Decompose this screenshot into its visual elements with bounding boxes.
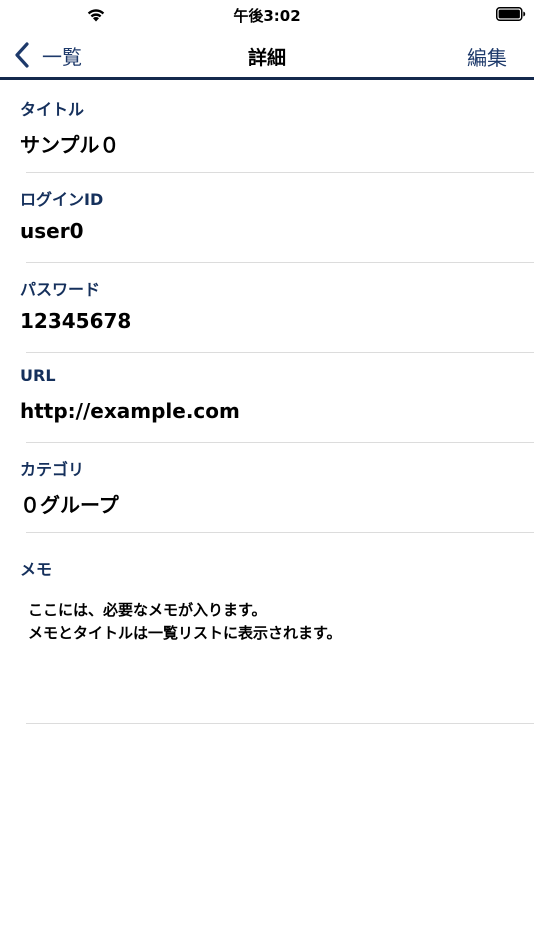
- status-bar: 午後3:02: [0, 0, 534, 30]
- field-value: http://example.com: [20, 399, 240, 423]
- memo-line: メモとタイトルは一覧リストに表示されます。: [28, 624, 342, 642]
- field-password: パスワード 12345678: [0, 263, 534, 353]
- field-title: タイトル サンプル０: [0, 83, 534, 173]
- field-memo: メモ ここには、必要なメモが入ります。 メモとタイトルは一覧リストに表示されます…: [0, 533, 534, 724]
- field-login-id: ログインID user0: [0, 173, 534, 263]
- field-value: user0: [20, 219, 84, 243]
- field-label: タイトル: [20, 100, 85, 119]
- field-label: URL: [20, 366, 56, 385]
- field-category: カテゴリ ０グループ: [0, 443, 534, 533]
- edit-button[interactable]: 編集: [467, 42, 507, 71]
- divider: [26, 723, 534, 724]
- field-label: カテゴリ: [20, 460, 85, 479]
- page-title: 詳細: [247, 47, 286, 69]
- field-label: ログインID: [20, 190, 104, 209]
- memo-line: ここには、必要なメモが入ります。: [28, 601, 267, 619]
- field-url: URL http://example.com: [0, 353, 534, 443]
- field-value: 12345678: [20, 309, 132, 333]
- memo-label: メモ: [20, 560, 53, 579]
- navigation-bar: 一覧 詳細 編集: [0, 30, 534, 80]
- field-value: ０グループ: [20, 493, 119, 517]
- field-label: パスワード: [20, 280, 101, 299]
- field-value: サンプル０: [20, 133, 120, 157]
- detail-content: タイトル サンプル０ ログインID user0 パスワード 12345678 U…: [0, 83, 534, 724]
- battery-icon: [496, 7, 526, 21]
- memo-text: ここには、必要なメモが入ります。 メモとタイトルは一覧リストに表示されます。: [28, 599, 342, 645]
- status-time: 午後3:02: [233, 7, 301, 25]
